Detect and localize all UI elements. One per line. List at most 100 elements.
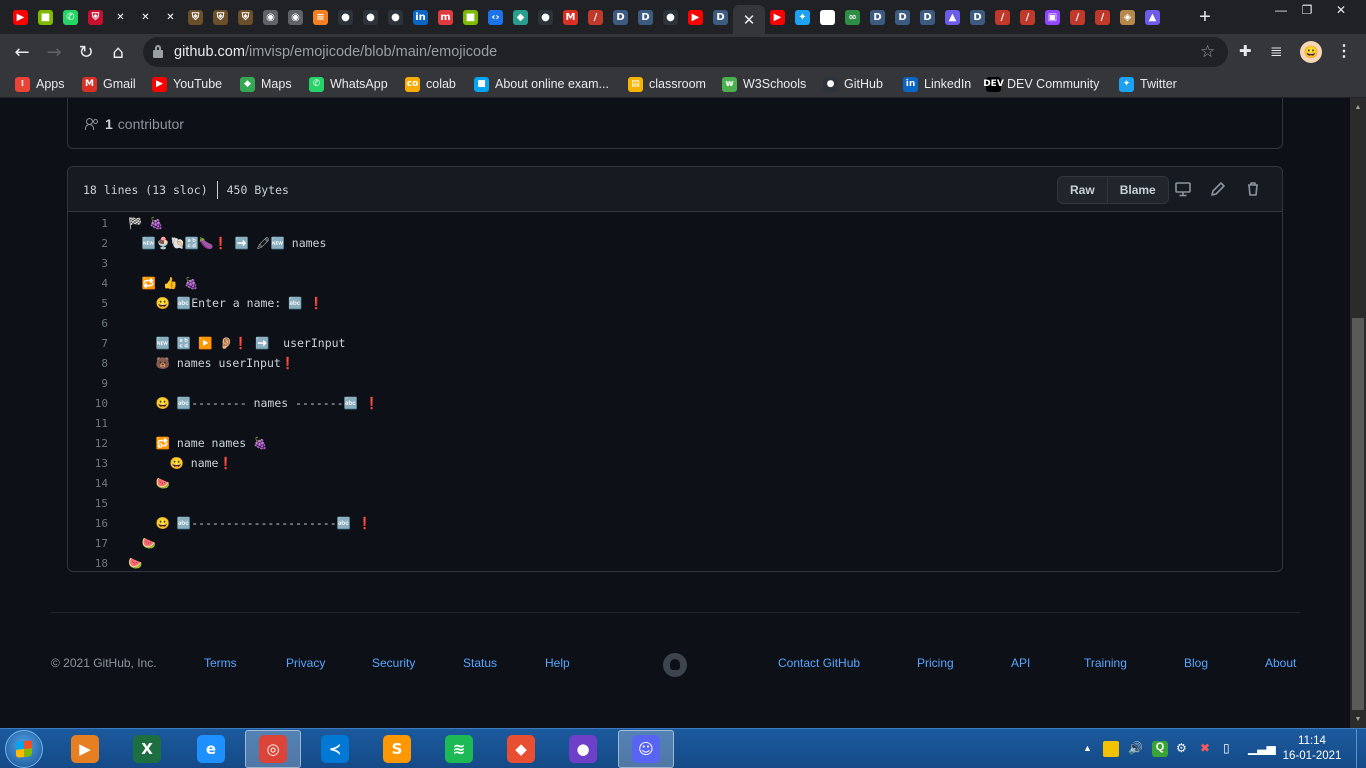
footer-link-pricing[interactable]: Pricing [917, 656, 954, 670]
tab[interactable]: in [408, 5, 433, 30]
tab[interactable]: M [558, 5, 583, 30]
blame-button[interactable]: Blame [1106, 177, 1168, 203]
line-number[interactable]: 16 [68, 517, 118, 530]
tab[interactable]: G [815, 5, 840, 30]
taskbar-github-desktop[interactable]: ● [555, 730, 611, 768]
tab[interactable]: ◉ [283, 5, 308, 30]
tab[interactable]: ✦ [790, 5, 815, 30]
tab[interactable]: D [915, 5, 940, 30]
contributors-link[interactable]: 1 contributor [85, 116, 184, 132]
tab[interactable]: ◆ [508, 5, 533, 30]
tab[interactable]: ▶ [683, 5, 708, 30]
volume-icon[interactable]: 🔊 [1128, 741, 1143, 755]
signal-icon[interactable]: ▁▃▅ [1248, 741, 1276, 755]
tray-expand-icon[interactable]: ▲ [1083, 743, 1092, 753]
reload-button[interactable]: ↻ [72, 38, 100, 66]
tab[interactable]: ⛨ [208, 5, 233, 30]
bookmark-star-icon[interactable]: ☆ [1200, 42, 1215, 62]
taskbar-vscode[interactable]: ≺ [307, 730, 363, 768]
line-number[interactable]: 12 [68, 437, 118, 450]
taskbar-excel[interactable]: X [119, 730, 175, 768]
taskbar-media-player[interactable]: ▶ [57, 730, 113, 768]
tab[interactable]: ● [383, 5, 408, 30]
trash-icon[interactable] [1244, 180, 1262, 198]
tab[interactable]: D [865, 5, 890, 30]
profile-avatar[interactable]: 😀 [1300, 41, 1322, 63]
line-number[interactable]: 9 [68, 377, 118, 390]
home-button[interactable]: ⌂ [104, 38, 132, 66]
tab[interactable]: / [1065, 5, 1090, 30]
desktop-icon[interactable] [1174, 180, 1192, 198]
footer-link-help[interactable]: Help [545, 656, 570, 670]
tab[interactable]: ⛨ [83, 5, 108, 30]
tab[interactable]: / [990, 5, 1015, 30]
taskbar-spotify[interactable]: ≋ [431, 730, 487, 768]
network-share-icon[interactable]: ⚙ [1176, 741, 1187, 755]
new-tab-button[interactable]: + [1193, 5, 1217, 29]
taskbar-discord[interactable]: ☺ [618, 730, 674, 768]
extensions-icon[interactable]: ✚ [1239, 42, 1252, 60]
line-number[interactable]: 15 [68, 497, 118, 510]
scroll-down-arrow-icon[interactable]: ▼ [1350, 712, 1366, 726]
bookmark-twitter[interactable]: ✦ Twitter [1119, 76, 1177, 92]
bookmark-gmail[interactable]: M Gmail [82, 76, 136, 92]
line-number[interactable]: 2 [68, 237, 118, 250]
footer-link-about[interactable]: About [1265, 656, 1296, 670]
code-view[interactable]: 1 🏁 🍇 2 🆕🍨🐚🔡🍆❗️ ➡️ 🖍🆕 names 3 4 🔁 👍 🍇 5 😀 🔤En… [68, 213, 1282, 573]
footer-link-training[interactable]: Training [1084, 656, 1127, 670]
forward-button[interactable]: → [40, 38, 68, 66]
line-number[interactable]: 5 [68, 297, 118, 310]
tab[interactable]: ⛨ [183, 5, 208, 30]
close-window-button[interactable]: ✕ [1326, 0, 1356, 20]
tab[interactable]: ▲ [1140, 5, 1165, 30]
tab-active[interactable]: ✕ [733, 5, 765, 34]
tab[interactable]: D [708, 5, 733, 30]
tab[interactable]: ● [658, 5, 683, 30]
footer-link-security[interactable]: Security [372, 656, 415, 670]
tray-app-icon[interactable]: Q [1152, 741, 1168, 757]
tab[interactable]: ■ [458, 5, 483, 30]
tab[interactable]: / [1015, 5, 1040, 30]
tab[interactable]: ✕ [108, 5, 133, 30]
tab[interactable]: ✕ [133, 5, 158, 30]
clipboard-icon[interactable]: ▯ [1223, 741, 1230, 755]
bookmark-youtube[interactable]: ▶ YouTube [152, 76, 222, 92]
footer-link-api[interactable]: API [1011, 656, 1030, 670]
line-number[interactable]: 1 [68, 217, 118, 230]
tab[interactable]: / [583, 5, 608, 30]
clock[interactable]: 11:14 16-01-2021 [1282, 734, 1342, 764]
pencil-icon[interactable] [1209, 180, 1227, 198]
url-text[interactable]: github.com/imvisp/emojicode/blob/main/em… [174, 44, 497, 60]
bookmark-linkedin[interactable]: in LinkedIn [903, 76, 971, 92]
taskbar-git-gui[interactable]: ◆ [493, 730, 549, 768]
notification-flag-icon[interactable] [1103, 741, 1119, 757]
tab[interactable]: ‹› [483, 5, 508, 30]
tab[interactable]: ■ [33, 5, 58, 30]
close-icon[interactable]: ✕ [743, 11, 756, 29]
tab[interactable]: ▲ [940, 5, 965, 30]
line-number[interactable]: 6 [68, 317, 118, 330]
restore-button[interactable]: ❐ [1292, 0, 1322, 20]
tab[interactable]: ● [333, 5, 358, 30]
line-number[interactable]: 7 [68, 337, 118, 350]
bookmark-apps[interactable]: ⁞ Apps [15, 76, 65, 92]
line-number[interactable]: 10 [68, 397, 118, 410]
tab[interactable]: ≡ [308, 5, 333, 30]
bookmark-w3schools[interactable]: w W3Schools [722, 76, 806, 92]
tab[interactable]: ⛨ [233, 5, 258, 30]
bookmark-maps[interactable]: ◆ Maps [240, 76, 292, 92]
line-number[interactable]: 18 [68, 557, 118, 570]
scroll-up-arrow-icon[interactable]: ▲ [1350, 100, 1366, 114]
media-control-icon[interactable]: ≣ [1270, 42, 1283, 60]
tab[interactable]: ▶ [765, 5, 790, 30]
scrollbar-thumb[interactable] [1352, 318, 1364, 710]
bookmark-colab[interactable]: co colab [405, 76, 456, 92]
tab[interactable]: m [433, 5, 458, 30]
line-number[interactable]: 3 [68, 257, 118, 270]
line-number[interactable]: 14 [68, 477, 118, 490]
footer-link-blog[interactable]: Blog [1184, 656, 1208, 670]
tab[interactable]: D [890, 5, 915, 30]
line-number[interactable]: 8 [68, 357, 118, 370]
footer-link-status[interactable]: Status [463, 656, 497, 670]
tab[interactable]: ◈ [1115, 5, 1140, 30]
